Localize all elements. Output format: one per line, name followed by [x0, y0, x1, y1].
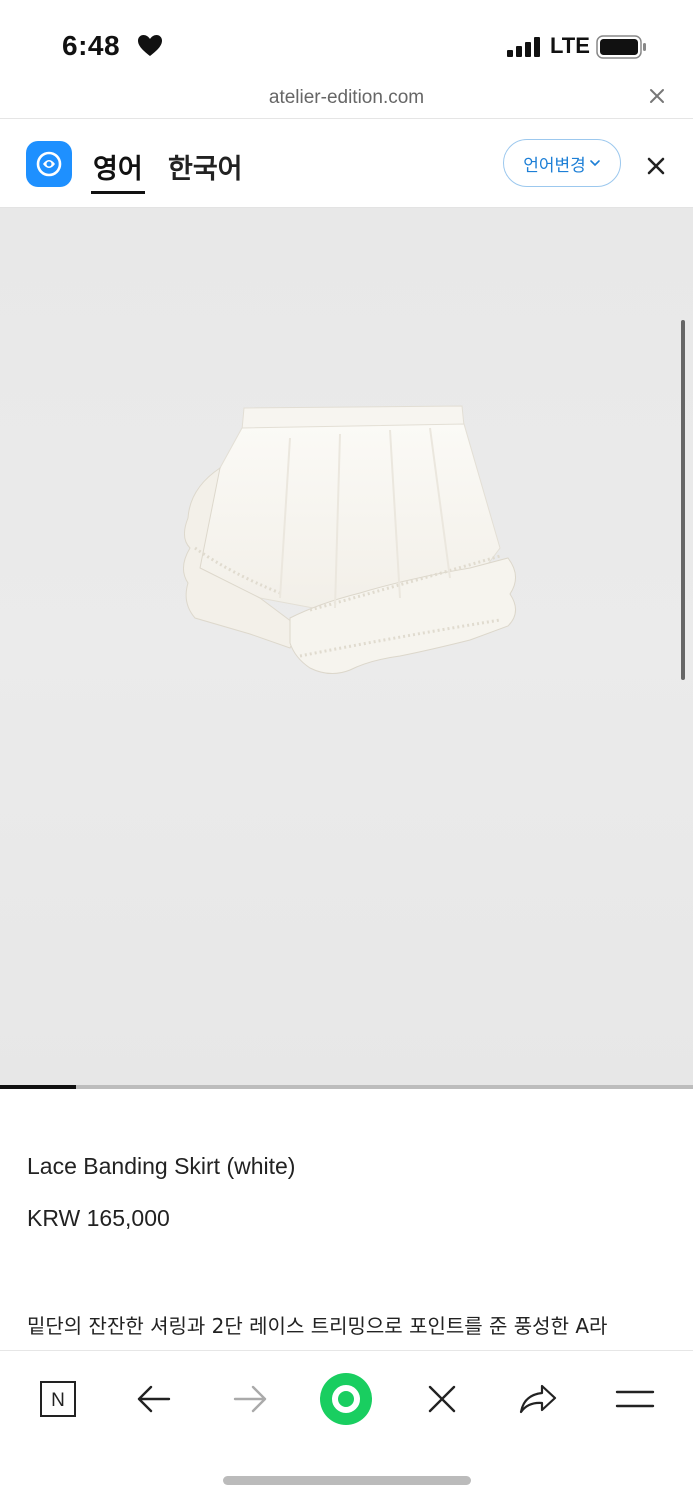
- translate-bar: 영어 한국어 언어변경: [0, 119, 693, 208]
- url-bar[interactable]: atelier-edition.com: [0, 78, 693, 119]
- close-icon[interactable]: [646, 85, 668, 112]
- gallery-progress: [0, 1085, 693, 1089]
- bottom-toolbar: N: [0, 1350, 693, 1501]
- tab-source-language[interactable]: 영어: [93, 147, 143, 186]
- green-dot-icon[interactable]: [318, 1371, 374, 1427]
- url-text[interactable]: atelier-edition.com: [0, 87, 693, 109]
- home-indicator[interactable]: [223, 1476, 471, 1485]
- change-language-button[interactable]: 언어변경: [503, 139, 621, 187]
- share-icon[interactable]: [510, 1371, 566, 1427]
- forward-arrow-icon[interactable]: [222, 1371, 278, 1427]
- active-tab-indicator: [91, 191, 145, 194]
- network-label: LTE: [550, 33, 590, 58]
- status-bar: 6:48 LTE: [0, 0, 693, 90]
- product-description: 밑단의 잔잔한 셔링과 2단 레이스 트리밍으로 포인트를 준 풍성한 A라: [27, 1314, 608, 1338]
- svg-text:N: N: [51, 1390, 65, 1411]
- product-image[interactable]: [0, 208, 693, 1088]
- chevron-down-icon: [589, 157, 601, 169]
- skirt-image: [183, 405, 516, 674]
- battery-icon: [596, 35, 648, 64]
- status-time: 6:48: [62, 30, 121, 61]
- scroll-indicator[interactable]: [681, 320, 685, 680]
- change-language-label: 언어변경: [523, 155, 586, 176]
- gallery-progress-fill: [0, 1085, 77, 1089]
- heart-icon: [137, 34, 163, 63]
- tab-target-language[interactable]: 한국어: [168, 147, 243, 186]
- signal-icon: [507, 37, 543, 62]
- naver-icon[interactable]: N: [30, 1371, 86, 1427]
- papago-icon[interactable]: [26, 141, 72, 187]
- product-price: KRW 165,000: [27, 1205, 170, 1231]
- back-arrow-icon[interactable]: [126, 1371, 182, 1427]
- product-name: Lace Banding Skirt (white): [27, 1153, 296, 1179]
- close-icon[interactable]: [645, 155, 667, 182]
- menu-icon[interactable]: [607, 1371, 663, 1427]
- close-icon[interactable]: [414, 1371, 470, 1427]
